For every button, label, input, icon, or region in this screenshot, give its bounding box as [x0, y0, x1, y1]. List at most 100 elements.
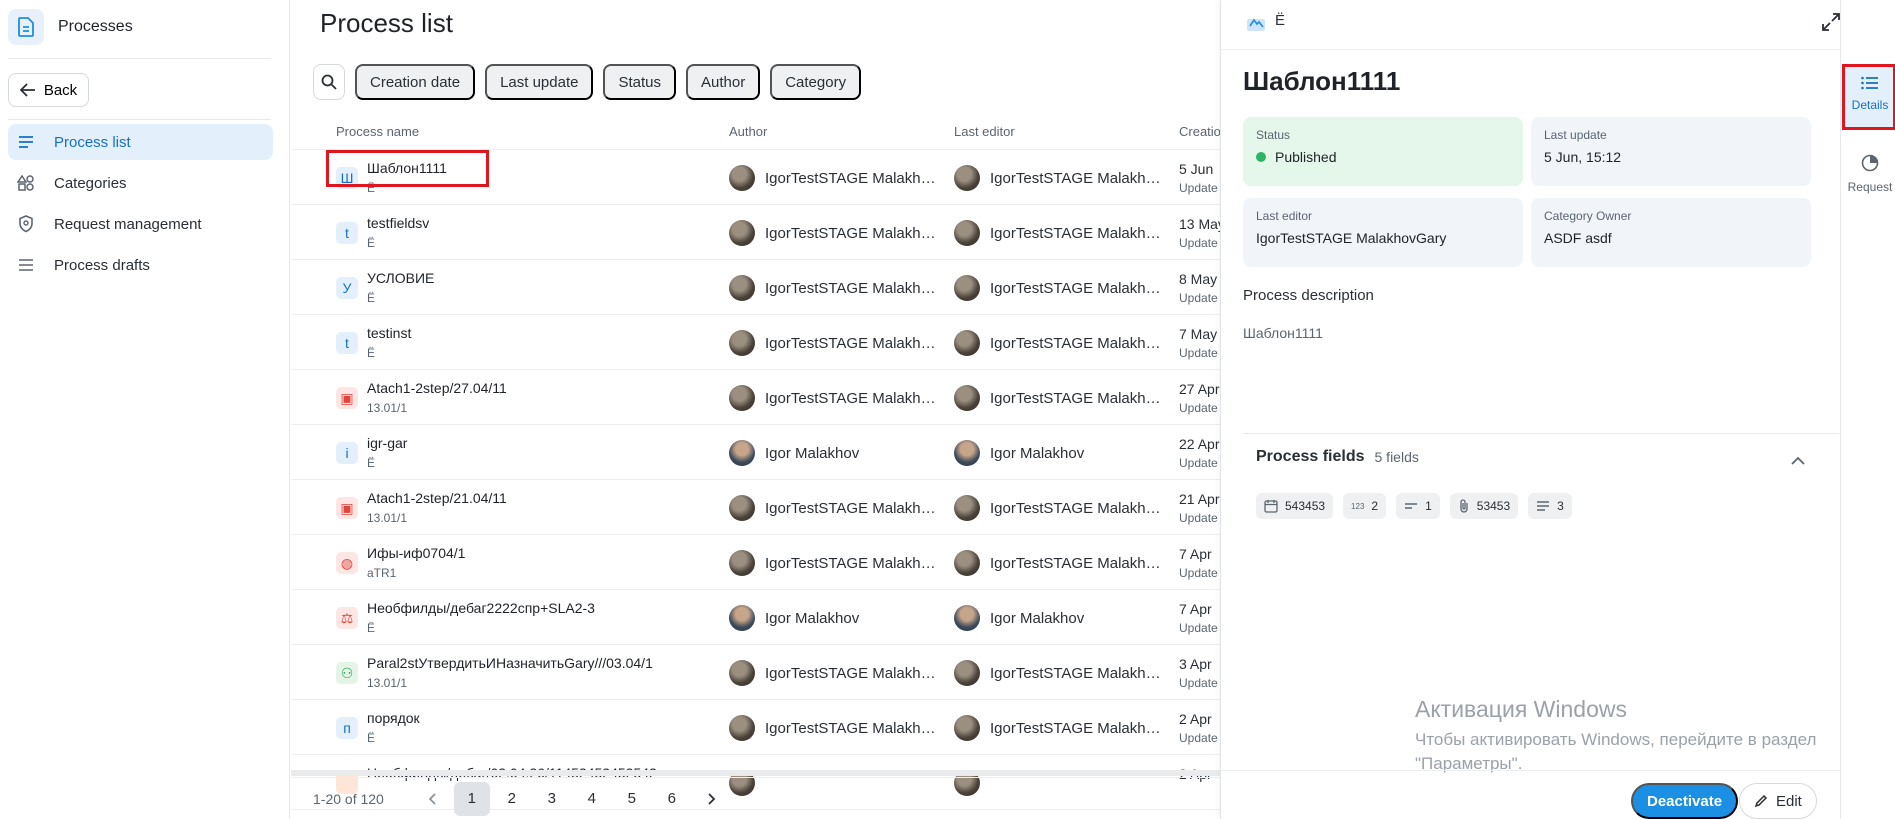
field-chip-short-text[interactable]: 1 [1396, 493, 1440, 519]
edit-button[interactable]: Edit [1739, 783, 1817, 819]
table-row[interactable]: ▣ Atach1-2step/21.04/11 13.01/1 IgorTestSTA… [291, 480, 1221, 535]
field-chip-number[interactable]: 123 2 [1343, 493, 1387, 519]
creation-date: 2 Apr [1179, 711, 1212, 727]
sidebar-item-categories[interactable]: Categories [8, 165, 273, 201]
sidebar-item-process-list[interactable]: Process list [8, 124, 273, 160]
editor-cell: IgorTestSTAGE Malakh… [954, 165, 1161, 191]
prev-page-button[interactable] [414, 782, 450, 816]
brand: Processes [0, 0, 289, 54]
table-row[interactable]: ▣ Atach1-2step/27.04/11 13.01/1 IgorTestSTA… [291, 370, 1221, 425]
category-owner-value: ASDF asdf [1544, 230, 1612, 246]
table-row[interactable]: Ш Шаблон1111 Ё IgorTestSTAGE Malakh… IgorTes… [291, 150, 1221, 205]
process-icon: ⚖ [336, 607, 358, 629]
process-icon: t [336, 222, 358, 244]
author-name: IgorTestSTAGE Malakh… [765, 224, 936, 242]
column-author[interactable]: Author [729, 124, 767, 139]
process-fields-count: 5 fields [1374, 449, 1419, 465]
process-icon: t [336, 332, 358, 354]
table-row[interactable]: ◍ Ифы-иф0704/1 aTR1 IgorTestSTAGE Malakh… Ig… [291, 535, 1221, 590]
page-button-4[interactable]: 4 [574, 782, 610, 816]
sidebar-item-request-management[interactable]: Request management [8, 206, 273, 242]
right-rail: Details Request [1840, 0, 1895, 819]
page-button-3[interactable]: 3 [534, 782, 570, 816]
back-button[interactable]: Back [8, 73, 89, 107]
back-label: Back [43, 81, 78, 99]
update-label: Update [1179, 401, 1218, 415]
process-fields-header[interactable]: Process fields 5 fields [1256, 448, 1419, 466]
divider [1243, 433, 1839, 434]
author-name: IgorTestSTAGE Malakh… [765, 279, 936, 297]
column-last-editor[interactable]: Last editor [954, 124, 1015, 139]
table-row[interactable]: ⚖ Необфилды/дебаг2222спр+SLA2-3 Ё Igor Mala… [291, 590, 1221, 645]
process-title: Шаблон1111 [1243, 66, 1401, 96]
expand-icon[interactable] [1821, 12, 1841, 35]
filter-last-update[interactable]: Last update [485, 64, 594, 100]
page-button-5[interactable]: 5 [614, 782, 650, 816]
rail-tab-details[interactable]: Details [1844, 66, 1895, 128]
creation-date: 7 Apr [1179, 601, 1212, 617]
creation-date: 7 Apr [1179, 546, 1212, 562]
avatar [954, 385, 980, 411]
last-update-card: Last update 5 Jun, 15:12 [1531, 117, 1811, 186]
avatar [954, 330, 980, 356]
process-category: 13.01/1 [367, 401, 408, 415]
editor-name: IgorTestSTAGE Malakh… [990, 169, 1161, 187]
editor-name: IgorTestSTAGE Malakh… [990, 334, 1161, 352]
process-category: 13.01/1 [367, 511, 408, 525]
table-row[interactable]: У УСЛОВИЕ Ё IgorTestSTAGE Malakh… IgorTestST… [291, 260, 1221, 315]
sidebar-item-label: Process drafts [54, 256, 150, 274]
chevron-up-icon[interactable] [1791, 452, 1805, 468]
editor-name: IgorTestSTAGE Malakh… [990, 224, 1161, 242]
category-owner-card: Category Owner ASDF asdf [1531, 198, 1811, 267]
avatar [729, 715, 755, 741]
process-list-main: Process list Creation date Last update S… [291, 0, 1221, 819]
creation-date: 8 May [1179, 271, 1218, 287]
sidebar-item-label: Categories [54, 174, 127, 192]
table-row[interactable]: ⚇ Paral2stУтвердитьИНазначитьGary///03.04… [291, 645, 1221, 700]
creation-date: 13 May [1179, 216, 1221, 232]
sidebar-item-process-drafts[interactable]: Process drafts [8, 247, 273, 283]
filter-category[interactable]: Category [770, 64, 862, 100]
editor-cell: IgorTestSTAGE Malakh… [954, 660, 1161, 686]
creation-date: 5 Jun [1179, 161, 1214, 177]
pagination: 1-20 of 120 1 2 3 4 5 6 [291, 777, 1221, 819]
page-button-1[interactable]: 1 [453, 781, 490, 816]
page-title: Process list [320, 8, 453, 38]
editor-cell: IgorTestSTAGE Malakh… [954, 550, 1161, 576]
page-button-6[interactable]: 6 [654, 782, 690, 816]
horizontal-scrollbar[interactable] [291, 770, 1221, 776]
process-category: aTR1 [367, 566, 397, 580]
field-chip-attachment[interactable]: 53453 [1449, 493, 1519, 519]
column-process-name[interactable]: Process name [336, 124, 419, 139]
table-row[interactable]: t testfieldsv Ё IgorTestSTAGE Malakh… IgorTe… [291, 205, 1221, 260]
field-chip-date[interactable]: 543453 [1256, 493, 1334, 519]
sidebar-item-label: Process list [54, 133, 131, 151]
last-editor-label: Last editor [1256, 209, 1313, 223]
table-row[interactable]: п порядок Ё IgorTestSTAGE Malakh… IgorTestST… [291, 700, 1221, 755]
list-icon [16, 135, 36, 149]
table-row[interactable]: i igr-gar Ё Igor Malakhov Igor Malakhov 22 Ap… [291, 425, 1221, 480]
panel-footer: Deactivate Edit [1221, 770, 1841, 819]
filter-creation-date[interactable]: Creation date [355, 64, 476, 100]
field-chip-long-text[interactable]: 3 [1528, 493, 1572, 519]
filter-author[interactable]: Author [686, 64, 761, 100]
rail-tab-request[interactable]: Request [1844, 154, 1895, 194]
process-icon: Ш [336, 167, 358, 189]
next-page-button[interactable] [694, 782, 730, 816]
avatar [954, 275, 980, 301]
editor-cell: IgorTestSTAGE Malakh… [954, 715, 1161, 741]
process-name: Atach1-2step/21.04/11 [367, 490, 507, 506]
rail-tab-label: Request [1847, 180, 1893, 194]
table-header: Process name Author Last editor Creatio [291, 114, 1221, 150]
attachment-icon [1460, 499, 1468, 513]
author-cell: IgorTestSTAGE Malakh… [729, 220, 936, 246]
table-row[interactable]: t testinst Ё IgorTestSTAGE Malakh… IgorTestS… [291, 315, 1221, 370]
update-label: Update [1179, 236, 1218, 250]
process-name: testfieldsv [367, 215, 430, 231]
search-button[interactable] [313, 64, 345, 100]
deactivate-button[interactable]: Deactivate [1631, 783, 1739, 819]
filter-status[interactable]: Status [603, 64, 676, 100]
column-creation-date[interactable]: Creatio [1179, 124, 1221, 139]
editor-cell: IgorTestSTAGE Malakh… [954, 495, 1161, 521]
page-button-2[interactable]: 2 [494, 782, 530, 816]
